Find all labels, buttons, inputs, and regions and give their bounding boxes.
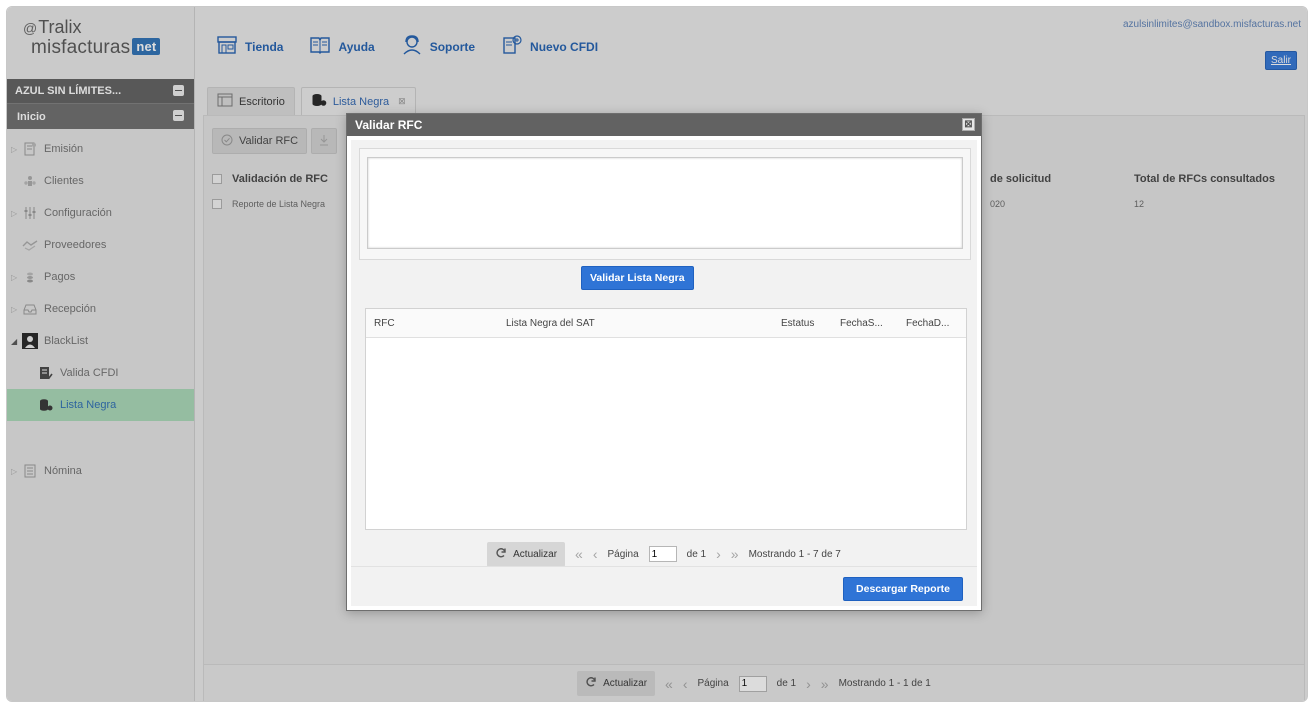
validar-lista-negra-button[interactable]: Validar Lista Negra	[581, 266, 694, 290]
next-page-icon[interactable]: ›	[716, 547, 721, 561]
column-header-fecha-s[interactable]: FechaS...	[840, 318, 883, 329]
validar-rfc-dialog: Validar RFC ⊠ Validar Lista Negra RFC Li…	[346, 113, 982, 611]
descargar-reporte-button[interactable]: Descargar Reporte	[843, 577, 963, 601]
prev-page-icon[interactable]: ‹	[593, 547, 598, 561]
refresh-icon	[495, 547, 507, 562]
results-grid: RFC Lista Negra del SAT Estatus FechaS..…	[365, 308, 967, 530]
close-icon[interactable]: ⊠	[962, 118, 975, 131]
column-header-estatus[interactable]: Estatus	[781, 318, 814, 329]
dialog-footer: Descargar Reporte	[351, 566, 977, 606]
page-number-input[interactable]	[648, 546, 677, 562]
first-page-icon[interactable]: «	[575, 547, 583, 561]
page-label: Página	[607, 548, 639, 560]
dialog-titlebar[interactable]: Validar RFC ⊠	[347, 114, 981, 136]
column-header-lista-negra[interactable]: Lista Negra del SAT	[506, 318, 595, 329]
refresh-button[interactable]: Actualizar	[487, 541, 566, 567]
last-page-icon[interactable]: »	[731, 547, 739, 561]
results-header: RFC Lista Negra del SAT Estatus FechaS..…	[366, 309, 966, 338]
pager-showing: Mostrando 1 - 7 de 7	[748, 548, 841, 560]
column-header-fecha-d[interactable]: FechaD...	[906, 318, 949, 329]
rfc-textarea[interactable]	[367, 157, 963, 249]
app-window: @Tralix misfacturas net AZUL SIN LÍMITES.…	[6, 6, 1308, 702]
dialog-title: Validar RFC	[355, 118, 423, 132]
page-of: de 1	[686, 548, 707, 560]
dialog-body: Validar Lista Negra RFC Lista Negra del …	[351, 140, 977, 606]
refresh-label: Actualizar	[513, 548, 558, 560]
column-header-rfc[interactable]: RFC	[374, 318, 395, 329]
